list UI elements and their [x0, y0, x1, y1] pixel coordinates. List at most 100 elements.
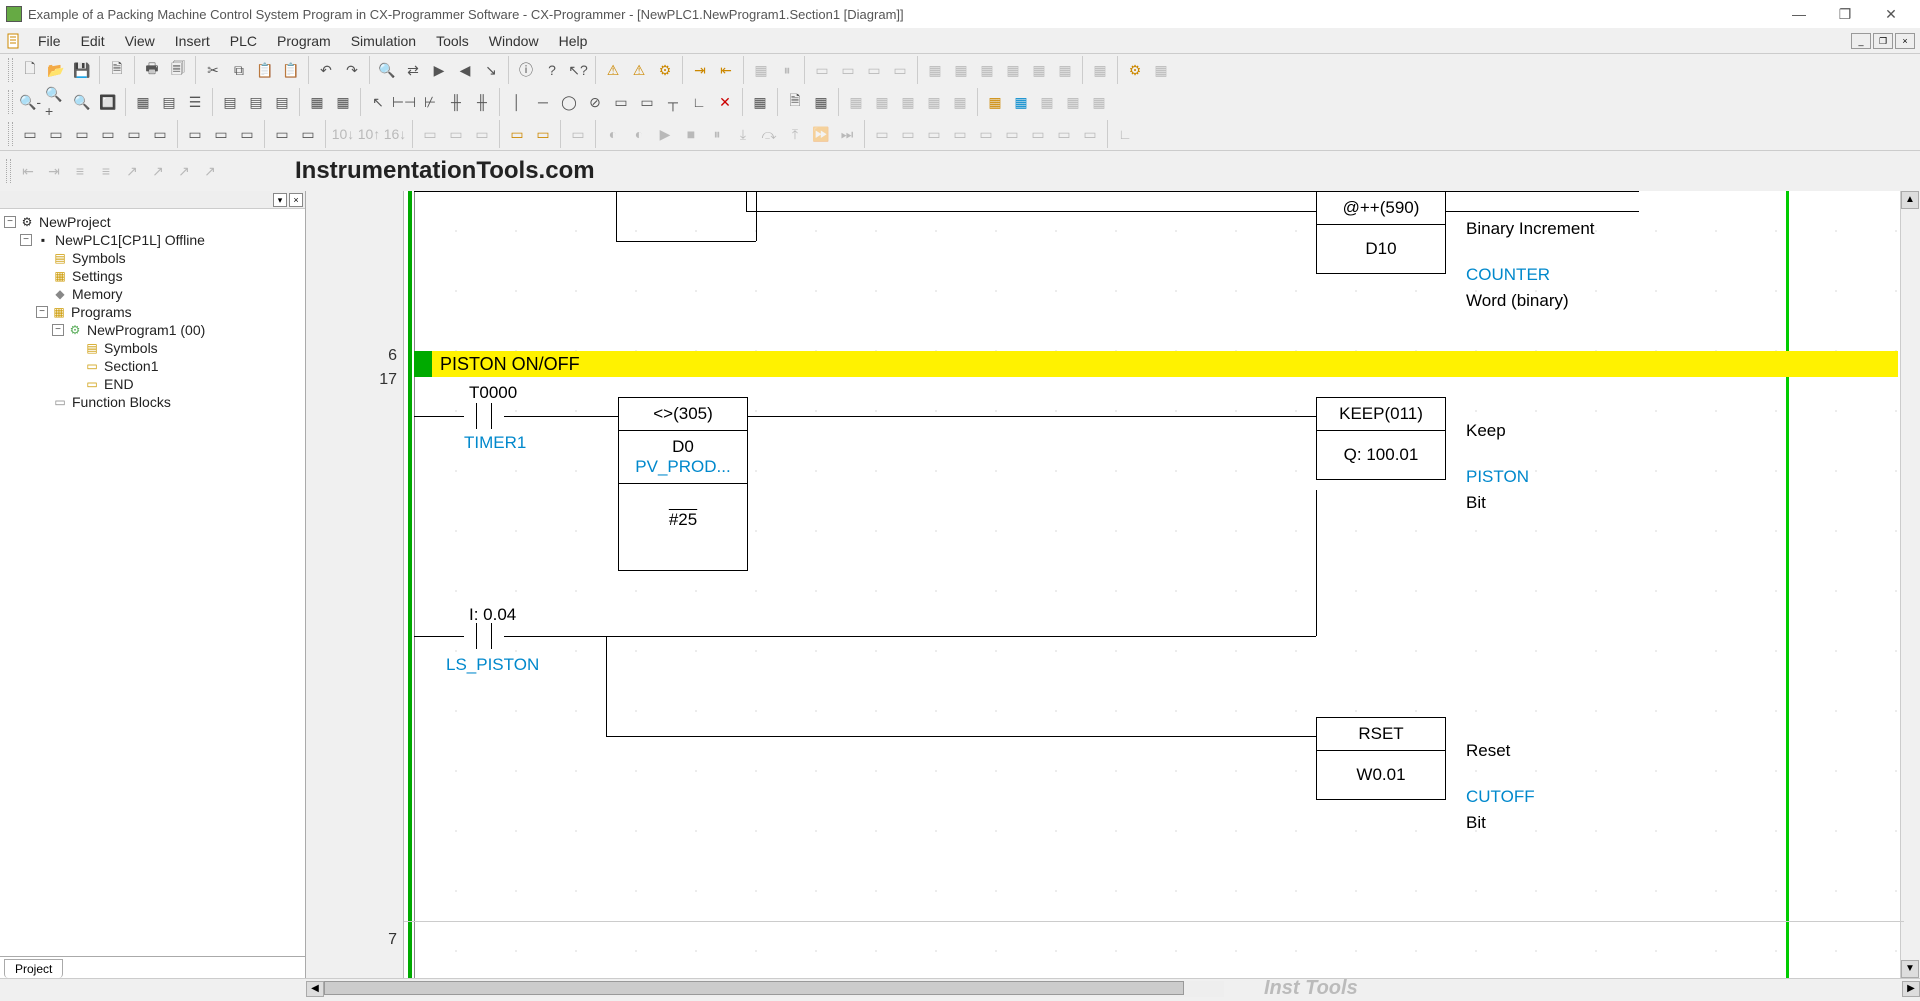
tb1-b[interactable]: ▦	[949, 58, 973, 82]
tree-end[interactable]: ▭ END	[4, 375, 301, 393]
goto-button[interactable]: ↘	[479, 58, 503, 82]
maximize-button[interactable]: ❐	[1822, 0, 1868, 28]
tb2-d[interactable]: ▦	[922, 90, 946, 114]
contact-nc-button[interactable]: ⊬	[418, 90, 442, 114]
tb2-f[interactable]: ▦	[983, 90, 1007, 114]
save-button[interactable]: 💾	[70, 58, 94, 82]
tree-fb[interactable]: ▭ Function Blocks	[4, 393, 301, 411]
scroll-up-button[interactable]: ▲	[1901, 191, 1919, 209]
step-out-button[interactable]: ⤒	[783, 122, 807, 146]
menu-plc[interactable]: PLC	[220, 30, 267, 52]
indent-left[interactable]: ⇤	[16, 159, 40, 183]
cut-button[interactable]: ✂	[201, 58, 225, 82]
menu-program[interactable]: Program	[267, 30, 341, 52]
wnd-e[interactable]: ▭	[122, 122, 146, 146]
pause-button[interactable]: ⏸	[775, 58, 799, 82]
view-grid-button[interactable]: ▦	[131, 90, 155, 114]
transfer-to-button[interactable]: ⇥	[688, 58, 712, 82]
doc-b[interactable]: ▦	[809, 90, 833, 114]
tree-memory[interactable]: ◆ Memory	[4, 285, 301, 303]
contact-ornc-button[interactable]: ╫	[470, 90, 494, 114]
wnd-g[interactable]: ▭	[183, 122, 207, 146]
play-a[interactable]: ◐	[601, 122, 625, 146]
step-b[interactable]: 10↑	[357, 122, 381, 146]
align-a[interactable]: ≡	[68, 159, 92, 183]
zoom-fit-button[interactable]: 🔍	[70, 90, 94, 114]
compile-all-button[interactable]: ⚠	[627, 58, 651, 82]
compile-button[interactable]: ⚠	[601, 58, 625, 82]
find-next-button[interactable]: ▶	[427, 58, 451, 82]
wnd-d[interactable]: ▭	[96, 122, 120, 146]
sidebar-tab-project[interactable]: Project	[4, 959, 63, 978]
wnd-i[interactable]: ▭	[235, 122, 259, 146]
tool-c[interactable]: ↗	[172, 159, 196, 183]
expand-icon[interactable]: −	[4, 216, 16, 228]
view-b[interactable]: ▤	[244, 90, 268, 114]
new-button[interactable]: 🗋	[18, 58, 42, 82]
sim-a[interactable]: ▭	[505, 122, 529, 146]
paste-button[interactable]: 📋	[253, 58, 277, 82]
menu-view[interactable]: View	[115, 30, 165, 52]
fb-button[interactable]: ▭	[635, 90, 659, 114]
tool-b[interactable]: ↗	[146, 159, 170, 183]
view-e[interactable]: ▦	[331, 90, 355, 114]
tb3-d[interactable]: ▭	[948, 122, 972, 146]
scroll-track[interactable]	[324, 981, 1224, 997]
coil-neg-button[interactable]: ⊘	[583, 90, 607, 114]
step-f[interactable]: ▭	[470, 122, 494, 146]
step-into-button[interactable]: ⤓	[731, 122, 755, 146]
expand-icon[interactable]: −	[36, 306, 48, 318]
view-d[interactable]: ▦	[305, 90, 329, 114]
tb3-f[interactable]: ▭	[1000, 122, 1024, 146]
rung-comment-bar[interactable]: PISTON ON/OFF	[414, 351, 1898, 377]
step-e[interactable]: ▭	[444, 122, 468, 146]
menu-edit[interactable]: Edit	[71, 30, 115, 52]
scroll-right-button[interactable]: ▶	[1902, 981, 1920, 997]
play-b[interactable]: ◐	[627, 122, 651, 146]
compare-block[interactable]: <>(305) D0 PV_PROD... #25	[618, 397, 748, 571]
tb2-e[interactable]: ▦	[948, 90, 972, 114]
menu-insert[interactable]: Insert	[165, 30, 220, 52]
help-button[interactable]: ?	[540, 58, 564, 82]
minimize-button[interactable]: —	[1776, 0, 1822, 28]
align-b[interactable]: ≡	[94, 159, 118, 183]
redo-button[interactable]: ↷	[340, 58, 364, 82]
tb1-h[interactable]: ⚙	[1123, 58, 1147, 82]
tb3-a[interactable]: ▭	[870, 122, 894, 146]
indent-right[interactable]: ⇥	[42, 159, 66, 183]
print-setup-button[interactable]: 🗐	[166, 58, 190, 82]
scroll-left-button[interactable]: ◀	[306, 981, 324, 997]
step-over-button[interactable]: ⤼	[757, 122, 781, 146]
sidebar-close[interactable]: ×	[289, 193, 303, 207]
wnd-j[interactable]: ▭	[270, 122, 294, 146]
tb3-j[interactable]: ∟	[1113, 122, 1137, 146]
wnd-c[interactable]: ▭	[70, 122, 94, 146]
tb3-b[interactable]: ▭	[896, 122, 920, 146]
coil-button[interactable]: ◯	[557, 90, 581, 114]
hline-button[interactable]: ─	[531, 90, 555, 114]
delete-line-button[interactable]: ✕	[713, 90, 737, 114]
instruction-block-increment[interactable]: @++(590) D10	[1316, 191, 1446, 274]
scroll-thumb[interactable]	[324, 981, 1184, 995]
contact-no[interactable]	[464, 623, 504, 649]
rset-block[interactable]: RSET W0.01	[1316, 717, 1446, 800]
zoom-in-button[interactable]: 🔍+	[44, 90, 68, 114]
skip-button[interactable]: ⏭	[835, 122, 859, 146]
menu-window[interactable]: Window	[479, 30, 549, 52]
tb1-c[interactable]: ▦	[975, 58, 999, 82]
print-button[interactable]: 🖶	[140, 58, 164, 82]
about-button[interactable]: ⓘ	[514, 58, 538, 82]
find-prev-button[interactable]: ◀	[453, 58, 477, 82]
zoom-out-button[interactable]: 🔍-	[18, 90, 42, 114]
step-a[interactable]: 10↓	[331, 122, 355, 146]
contact-no[interactable]	[464, 403, 504, 429]
menu-file[interactable]: File	[28, 30, 71, 52]
wnd-b[interactable]: ▭	[44, 122, 68, 146]
tb1-e[interactable]: ▦	[1027, 58, 1051, 82]
tree-psymbols[interactable]: ▤ Symbols	[4, 339, 301, 357]
context-help-button[interactable]: ↖?	[566, 58, 590, 82]
menu-simulation[interactable]: Simulation	[341, 30, 426, 52]
tree-root[interactable]: − ⚙ NewProject	[4, 213, 301, 231]
connect-button[interactable]: ∟	[687, 90, 711, 114]
branch-button[interactable]: ┬	[661, 90, 685, 114]
